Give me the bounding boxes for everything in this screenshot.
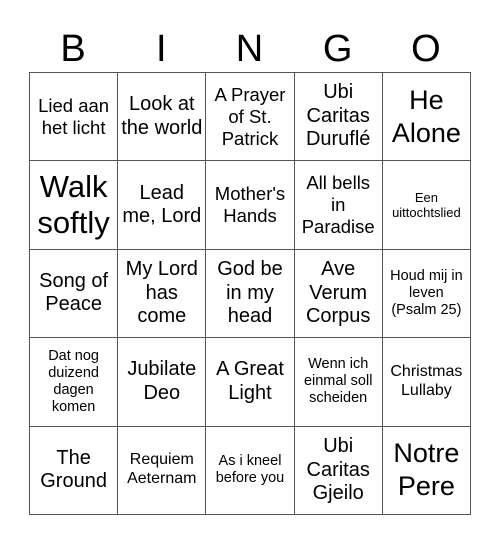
bingo-cell[interactable]: He Alone — [382, 73, 471, 162]
bingo-cell[interactable]: Jubilate Deo — [118, 338, 207, 427]
bingo-cell[interactable]: Mother's Hands — [206, 161, 295, 250]
header-letter-i: I — [156, 28, 167, 70]
bingo-cell[interactable]: A Prayer of St. Patrick — [206, 73, 295, 162]
bingo-cell[interactable]: All bells in Paradise — [294, 161, 383, 250]
bingo-cell[interactable]: Requiem Aeternam — [118, 426, 207, 515]
bingo-cell[interactable]: Lead me, Lord — [118, 161, 207, 250]
bingo-cell[interactable]: Dat nog duizend dagen komen — [30, 338, 119, 427]
bingo-cell[interactable]: Notre Pere — [382, 426, 471, 515]
bingo-cell[interactable]: Look at the world — [118, 73, 207, 162]
bingo-cell[interactable]: God be in my head — [206, 249, 295, 339]
bingo-cell[interactable]: Wenn ich einmal soll scheiden — [294, 338, 383, 427]
header-letter-n: N — [235, 28, 264, 70]
bingo-cell[interactable]: A Great Light — [206, 338, 295, 427]
bingo-cell[interactable]: As i kneel before you — [206, 426, 295, 515]
bingo-cell[interactable]: Lied aan het licht — [30, 73, 119, 162]
header-letter-g: G — [322, 28, 353, 70]
bingo-grid: Lied aan het licht Look at the world A P… — [29, 72, 471, 515]
bingo-cell[interactable]: Walk softly — [30, 161, 119, 250]
bingo-cell[interactable]: Houd mij in leven (Psalm 25) — [382, 249, 471, 339]
bingo-cell[interactable]: Christmas Lullaby — [382, 338, 471, 427]
bingo-cell[interactable]: Ave Verum Corpus — [294, 249, 383, 339]
header-letter-o: O — [411, 28, 441, 70]
bingo-cell[interactable]: Ubi Caritas Gjeilo — [294, 426, 383, 515]
bingo-cell[interactable]: Een uittochtslied — [382, 161, 471, 250]
bingo-header: B I N G O — [29, 26, 470, 72]
header-letter-b: B — [60, 28, 86, 70]
bingo-cell[interactable]: Song of Peace — [30, 249, 119, 339]
bingo-cell[interactable]: Ubi Caritas Duruflé — [294, 73, 383, 162]
bingo-cell[interactable]: My Lord has come — [118, 249, 207, 339]
bingo-cell[interactable]: The Ground — [30, 426, 119, 515]
